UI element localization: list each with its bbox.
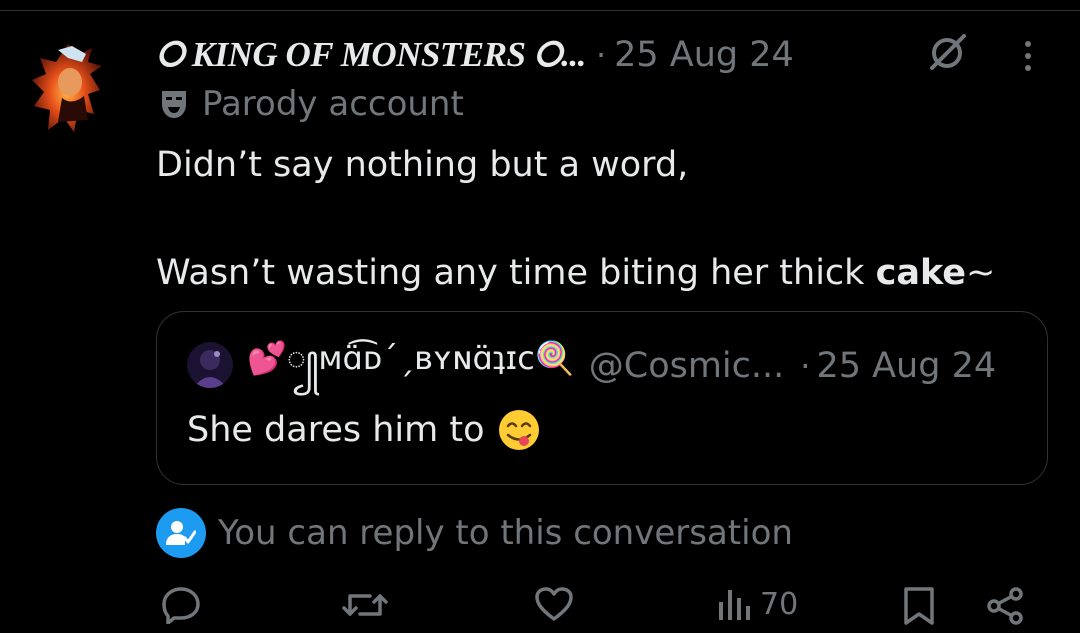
repost-icon	[342, 594, 388, 616]
header-separator: ·	[595, 36, 607, 74]
quoted-header: 💕꧀ᴍɑ̈͡ᴅ´ˏʙʏɴɑ̈ʇɪᴄ🍭 @Cosmic... · 25 Aug 2…	[247, 336, 996, 396]
post-text-line1: Didn’t say nothing but a word,	[156, 145, 689, 185]
quoted-text-content: She dares him to	[187, 410, 485, 450]
post-text: Didn’t say nothing but a word, Wasn’t wa…	[156, 138, 1056, 300]
share-button[interactable]	[986, 586, 1026, 626]
theater-mask-icon	[162, 91, 186, 118]
action-bar: 70	[0, 580, 1080, 633]
views-count: 70	[760, 586, 799, 622]
grok-icon[interactable]	[928, 32, 968, 72]
reply-notice-text: You can reply to this conversation	[218, 513, 793, 553]
author-avatar[interactable]	[28, 40, 108, 136]
views-button[interactable]: 70	[716, 586, 798, 622]
post-header: ⭘ KING OF MONSTERS ⭘... · 25 Aug 24	[156, 30, 1056, 80]
reply-button[interactable]	[160, 586, 202, 624]
share-icon	[987, 587, 1023, 625]
yum-face-emoji-icon	[498, 410, 539, 450]
repost-button[interactable]	[342, 586, 388, 624]
bold-word: cake	[875, 253, 967, 293]
bookmark-button[interactable]	[902, 586, 936, 626]
quoted-text: She dares him to	[187, 408, 541, 452]
quoted-author-handle[interactable]: @Cosmic...	[589, 346, 785, 386]
parody-label: Parody account	[202, 84, 464, 124]
author-name[interactable]: ⭘ KING OF MONSTERS ⭘...	[156, 35, 586, 75]
quoted-post[interactable]: 💕꧀ᴍɑ̈͡ᴅ´ˏʙʏɴɑ̈ʇɪᴄ🍭 @Cosmic... · 25 Aug 2…	[156, 311, 1048, 485]
reply-icon	[162, 587, 200, 624]
quoted-date[interactable]: 25 Aug 24	[816, 346, 996, 386]
post-text-line2: Wasn’t wasting any time biting her thick…	[156, 253, 996, 293]
like-button[interactable]	[534, 586, 574, 622]
quoted-separator: ·	[800, 347, 811, 385]
quoted-author-name[interactable]: 💕꧀ᴍɑ̈͡ᴅ´ˏʙʏɴɑ̈ʇɪᴄ🍭	[247, 334, 575, 399]
heart-icon	[535, 587, 573, 621]
quoted-author-avatar[interactable]	[187, 342, 233, 388]
top-divider	[0, 0, 1080, 11]
user-check-icon	[156, 508, 206, 558]
post-date[interactable]: 25 Aug 24	[614, 35, 794, 75]
bookmark-icon	[904, 587, 934, 625]
parody-badge: Parody account	[160, 84, 464, 124]
analytics-icon	[719, 590, 750, 620]
reply-permission-notice: You can reply to this conversation	[156, 508, 793, 558]
more-options-icon[interactable]	[1018, 38, 1038, 78]
